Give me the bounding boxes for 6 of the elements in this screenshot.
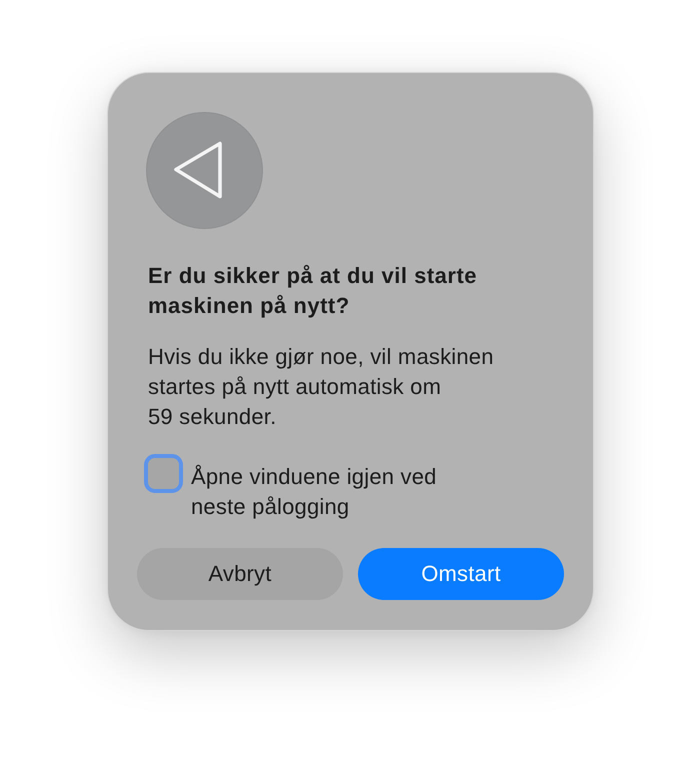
checkbox[interactable] xyxy=(144,454,183,493)
restart-button[interactable]: Omstart xyxy=(358,548,564,600)
dialog-message: Hvis du ikke gjør noe, vil maskinen startes på nytt automatisk om 59 sekunder. xyxy=(147,343,495,431)
cancel-button[interactable]: Avbryt xyxy=(137,548,343,600)
dialog-title: Er du sikker på at du vil starte maskinen på nytt? xyxy=(147,262,478,320)
checkbox-label[interactable]: Åpne vinduene igjen ved neste pålogging xyxy=(191,462,476,522)
